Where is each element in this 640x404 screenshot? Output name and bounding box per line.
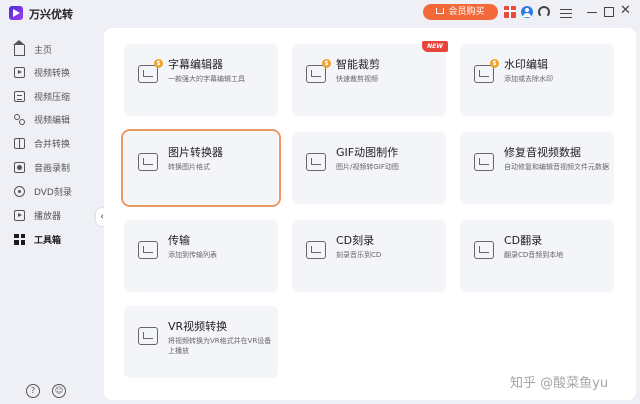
watermark-editor-icon: $ <box>474 59 499 83</box>
tool-desc: 添加或去除水印 <box>504 75 553 83</box>
tool-card-fix-metadata[interactable]: 修复音视频数据 自动修复和编辑音视频文件元数据 <box>460 132 614 204</box>
minimize-button[interactable] <box>586 6 598 18</box>
premium-coin-icon: $ <box>322 59 331 68</box>
image-converter-icon <box>138 153 158 171</box>
player-icon <box>14 209 25 221</box>
video-convert-icon <box>14 66 25 78</box>
sidebar-item-label: 合并转换 <box>34 139 71 150</box>
tool-card-cd-burn[interactable]: CD刻录 刻录音乐到CD <box>292 220 446 292</box>
tool-title: CD刻录 <box>336 234 375 247</box>
support-headset-icon[interactable] <box>538 6 550 18</box>
scissors-icon <box>14 113 25 125</box>
tool-desc: 刻录音乐到CD <box>336 251 382 259</box>
sidebar-item-player[interactable]: 播放器 <box>0 204 100 226</box>
tool-title: 图片转换器 <box>168 146 223 159</box>
buy-membership-button[interactable]: 会员购买 <box>423 4 498 20</box>
premium-coin-icon: $ <box>154 59 163 68</box>
close-button[interactable]: ✕ <box>620 4 632 17</box>
tool-desc: 添加到传输列表 <box>168 251 217 259</box>
tool-title: CD翻录 <box>504 234 543 247</box>
help-icon[interactable]: ? <box>26 384 40 398</box>
sidebar-item-video-convert[interactable]: 视频转换 <box>0 61 100 83</box>
gift-icon[interactable] <box>504 6 516 18</box>
sidebar-item-home[interactable]: 主页 <box>0 38 100 60</box>
tool-desc: 自动修复和编辑音视频文件元数据 <box>504 163 609 171</box>
tool-title: 字幕编辑器 <box>168 58 223 71</box>
sidebar-item-label: 播放器 <box>34 211 62 222</box>
cd-rip-icon <box>474 241 494 259</box>
watermark-text: 知乎 @酸菜鱼yu <box>510 376 609 391</box>
tool-title: VR视频转换 <box>168 320 228 333</box>
tool-desc: 图片/视频转GIF动图 <box>336 163 399 171</box>
sidebar-item-dvd[interactable]: DVD刻录 <box>0 180 100 202</box>
tool-card-image-converter[interactable]: 图片转换器 转换图片格式 <box>121 129 281 207</box>
cart-icon <box>436 8 445 14</box>
feedback-icon[interactable]: ☺ <box>52 384 66 398</box>
tool-card-gif-maker[interactable]: GIF动图制作 图片/视频转GIF动图 <box>292 132 446 204</box>
sidebar-item-merge[interactable]: 合并转换 <box>0 132 100 154</box>
cd-burn-icon <box>306 241 326 259</box>
gif-maker-icon <box>306 153 326 171</box>
tool-card-transfer[interactable]: 传输 添加到传输列表 <box>124 220 278 292</box>
buy-membership-label: 会员购买 <box>448 7 485 17</box>
tool-desc: 一款强大的字幕编辑工具 <box>168 75 245 83</box>
tool-desc: 转换图片格式 <box>168 163 210 171</box>
sidebar-item-label: DVD刻录 <box>34 187 72 198</box>
subtitle-editor-icon: $ <box>138 59 163 83</box>
sidebar-item-toolbox[interactable]: 工具箱 <box>0 228 100 250</box>
tool-title: GIF动图制作 <box>336 146 399 159</box>
dvd-icon <box>14 185 25 197</box>
premium-coin-icon: $ <box>490 59 499 68</box>
sidebar-item-label: 工具箱 <box>34 235 62 246</box>
record-icon <box>14 161 25 173</box>
tool-card-cd-rip[interactable]: CD翻录 翻录CD音频到本地 <box>460 220 614 292</box>
toolbox-icon <box>14 233 25 245</box>
tool-title: 修复音视频数据 <box>504 146 581 159</box>
tool-card-watermark-editor[interactable]: $ 水印编辑 添加或去除水印 <box>460 44 614 116</box>
fix-metadata-icon <box>474 153 494 171</box>
sidebar-item-label: 视频压缩 <box>34 92 71 103</box>
sidebar-item-label: 主页 <box>34 45 53 56</box>
home-icon <box>13 39 25 56</box>
merge-icon <box>14 137 25 149</box>
tool-desc: 将视频转换为VR格式并在VR设备上播放 <box>168 337 272 355</box>
sidebar-item-video-edit[interactable]: 视频编辑 <box>0 108 100 130</box>
tool-card-subtitle-editor[interactable]: $ 字幕编辑器 一款强大的字幕编辑工具 <box>124 44 278 116</box>
transfer-icon <box>138 241 158 259</box>
maximize-button[interactable] <box>604 7 614 17</box>
smart-crop-icon: $ <box>306 59 331 83</box>
new-badge: NEW <box>422 41 448 52</box>
tool-title: 传输 <box>168 234 190 247</box>
user-avatar-icon[interactable] <box>521 6 533 18</box>
sidebar-item-label: 视频转换 <box>34 68 71 79</box>
app-title: 万兴优转 <box>29 8 73 21</box>
sidebar-item-record[interactable]: 音画录制 <box>0 156 100 178</box>
tool-title: 水印编辑 <box>504 58 548 71</box>
sidebar-item-label: 音画录制 <box>34 163 71 174</box>
app-logo-icon <box>9 6 23 20</box>
menu-icon[interactable] <box>560 6 572 18</box>
sidebar-item-label: 视频编辑 <box>34 115 71 126</box>
tool-desc: 翻录CD音频到本地 <box>504 251 564 259</box>
video-compress-icon <box>14 90 25 102</box>
tool-desc: 快速裁剪视频 <box>336 75 378 83</box>
toolbox-panel: $ 字幕编辑器 一款强大的字幕编辑工具 NEW $ 智能裁剪 快速裁剪视频 $ … <box>104 28 636 400</box>
vr-headset-icon <box>138 327 158 345</box>
title-bar: 万兴优转 会员购买 ✕ <box>0 0 640 26</box>
tool-card-smart-crop[interactable]: NEW $ 智能裁剪 快速裁剪视频 <box>292 41 448 116</box>
sidebar: 主页 视频转换 视频压缩 视频编辑 合并转换 音画录制 DVD刻录 播放器 工具… <box>0 30 100 404</box>
tool-title: 智能裁剪 <box>336 58 380 71</box>
sidebar-item-video-compress[interactable]: 视频压缩 <box>0 85 100 107</box>
tool-card-vr-converter[interactable]: VR视频转换 将视频转换为VR格式并在VR设备上播放 <box>124 306 278 378</box>
